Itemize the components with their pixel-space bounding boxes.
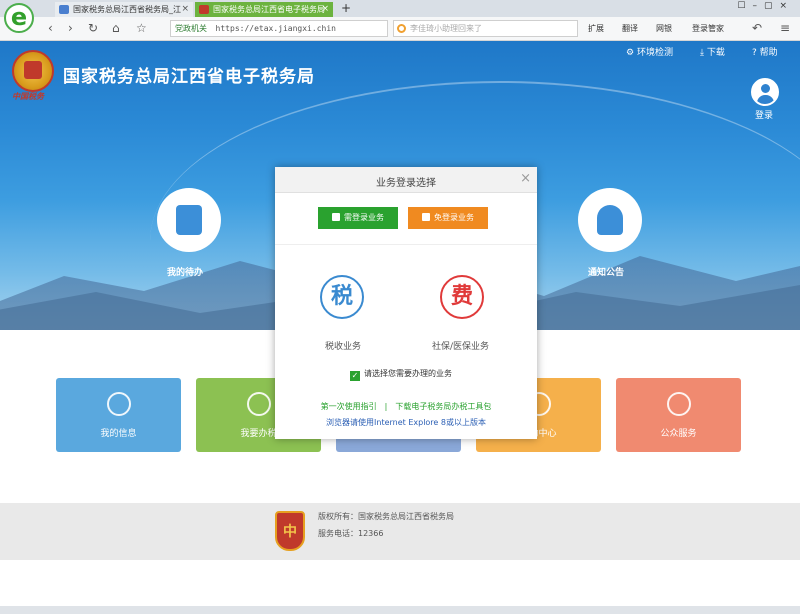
login-required-button[interactable]: 需登录业务 xyxy=(318,207,398,229)
login-label[interactable]: 登录 xyxy=(755,108,773,121)
card-my-info[interactable]: 我的信息 xyxy=(56,378,181,452)
address-bar[interactable]: 党政机关 https://etax.jiangxi.chin xyxy=(170,20,388,37)
new-tab-button[interactable]: + xyxy=(341,1,351,15)
browser-tab-2-active[interactable]: 国家税务总局江西省电子税务局 × xyxy=(195,2,333,17)
todo-label[interactable]: 我的待办 xyxy=(167,265,203,278)
undo-icon[interactable]: ↶ xyxy=(752,21,762,35)
social-insurance-label[interactable]: 社保/医保业务 xyxy=(432,339,489,352)
download-link[interactable]: ⤓ 下载 xyxy=(700,45,725,58)
tab-close-icon[interactable]: × xyxy=(321,2,329,17)
tab-title: 国家税务总局江西省电子税务局 xyxy=(213,5,325,14)
gov-badge: 党政机关 xyxy=(175,24,207,33)
tab-favicon-icon xyxy=(199,5,209,14)
search-input[interactable]: 李佳琦小助理回来了 xyxy=(393,20,578,37)
seal-text: 中国税务 xyxy=(12,92,44,101)
browser-status-bar xyxy=(0,606,800,614)
browser-version-note: 浏览器请使用Internet Explore 8或以上版本 xyxy=(326,418,486,427)
first-use-guide-link[interactable]: 第一次使用指引 xyxy=(321,402,377,411)
footer-copyright: 版权所有：国家税务总局江西省税务局 xyxy=(318,512,454,521)
home-icon[interactable]: ⌂ xyxy=(112,21,120,35)
toolbar-translate[interactable]: 翻译 xyxy=(622,23,638,34)
site-title: 国家税务总局江西省电子税务局 xyxy=(63,67,315,87)
help-link[interactable]: ? 帮助 xyxy=(752,45,778,58)
social-insurance-icon[interactable]: 费 xyxy=(440,275,484,319)
browser-tab-bar: 国家税务总局江西省税务局_江 × 国家税务总局江西省电子税务局 × + ☐–▢× xyxy=(0,0,800,17)
tax-service-label[interactable]: 税收业务 xyxy=(325,339,361,352)
dialog-links: 第一次使用指引 | 下载电子税务局办税工具包 xyxy=(320,402,492,411)
tax-service-icon[interactable]: 税 xyxy=(320,275,364,319)
search-icon xyxy=(397,24,406,33)
business-choice-hint: ✓ 请选择您需要办理的业务 xyxy=(350,369,452,381)
user-avatar-icon[interactable] xyxy=(751,78,779,106)
user-icon xyxy=(422,213,430,221)
person-icon xyxy=(106,392,131,416)
footer-logo: 中 xyxy=(275,511,305,551)
dialog-title: 业务登录选择 xyxy=(376,178,436,189)
url-text: https://etax.jiangxi.chin xyxy=(215,24,336,33)
monitor-icon xyxy=(246,392,271,416)
tab-favicon-icon xyxy=(59,5,69,14)
todo-icon[interactable] xyxy=(157,188,221,252)
footer-phone: 服务电话：12366 xyxy=(318,529,384,538)
forward-icon[interactable]: › xyxy=(68,21,73,35)
browser-tab-1[interactable]: 国家税务总局江西省税务局_江 × xyxy=(55,2,193,17)
tab-title: 国家税务总局江西省税务局_江 xyxy=(73,5,181,14)
service-person-icon xyxy=(666,392,691,416)
close-icon[interactable]: × xyxy=(520,171,531,186)
login-free-button[interactable]: 免登录业务 xyxy=(408,207,488,229)
browser-logo-icon: e xyxy=(4,3,34,33)
env-check-link[interactable]: ⚙ 环境检测 xyxy=(626,45,673,58)
tab-close-icon[interactable]: × xyxy=(181,2,189,17)
dialog-header: 业务登录选择 × xyxy=(275,167,537,193)
lock-icon xyxy=(332,213,340,221)
notice-label[interactable]: 通知公告 xyxy=(588,265,624,278)
tax-emblem-logo xyxy=(12,50,54,92)
window-controls[interactable]: ☐–▢× xyxy=(737,1,794,11)
card-public-service[interactable]: 公众服务 xyxy=(616,378,741,452)
login-choice-dialog: 业务登录选择 × 需登录业务 免登录业务 税 费 税收业务 社保/医保业务 ✓ 请… xyxy=(275,167,537,439)
search-placeholder: 李佳琦小助理回来了 xyxy=(410,24,482,33)
browser-toolbar: ‹ › ↻ ⌂ ☆ 党政机关 https://etax.jiangxi.chin… xyxy=(0,17,800,41)
refresh-icon[interactable]: ↻ xyxy=(88,21,98,35)
toolbar-login-manager[interactable]: 登录管家 xyxy=(692,23,724,34)
favorite-star-icon[interactable]: ☆ xyxy=(136,21,147,35)
toolbar-extensions[interactable]: 扩展 xyxy=(588,23,604,34)
toolbar-bank[interactable]: 网银 xyxy=(656,23,672,34)
download-tool-link[interactable]: 下载电子税务局办税工具包 xyxy=(395,402,491,411)
checkbox-checked-icon[interactable]: ✓ xyxy=(350,371,360,381)
divider xyxy=(275,244,537,245)
menu-icon[interactable]: ≡ xyxy=(780,21,790,35)
back-icon[interactable]: ‹ xyxy=(48,21,53,35)
bell-icon[interactable] xyxy=(578,188,642,252)
